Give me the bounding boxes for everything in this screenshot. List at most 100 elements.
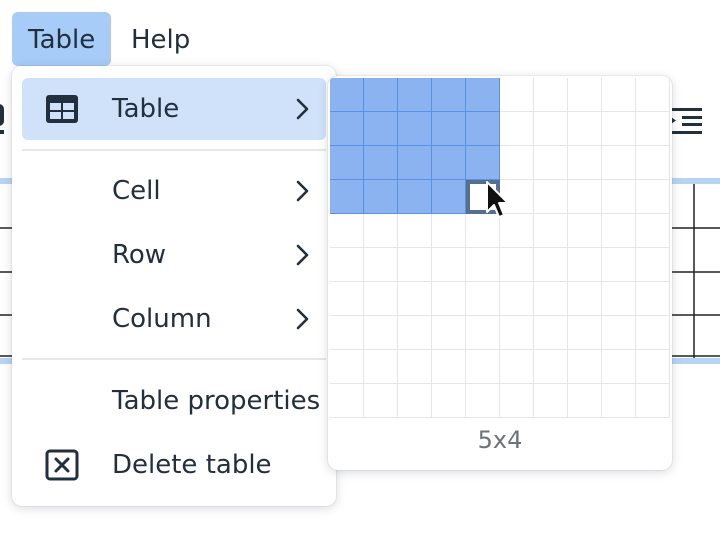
grid-cell[interactable] (330, 146, 364, 180)
grid-cell[interactable] (330, 350, 364, 384)
grid-cell[interactable] (534, 384, 568, 418)
grid-cell[interactable] (500, 146, 534, 180)
grid-cell[interactable] (568, 78, 602, 112)
grid-cell[interactable] (568, 316, 602, 350)
grid-cell[interactable] (534, 146, 568, 180)
grid-cell[interactable] (568, 248, 602, 282)
grid-cell[interactable] (602, 350, 636, 384)
grid-cell[interactable] (466, 384, 500, 418)
grid-cell[interactable] (466, 78, 500, 112)
grid-cell[interactable] (364, 78, 398, 112)
grid-cell[interactable] (602, 112, 636, 146)
grid-cell[interactable] (466, 350, 500, 384)
grid-cell[interactable] (534, 282, 568, 316)
grid-cell[interactable] (398, 384, 432, 418)
grid-cell[interactable] (330, 384, 364, 418)
grid-cell[interactable] (602, 384, 636, 418)
grid-cell[interactable] (636, 248, 670, 282)
grid-cell[interactable] (398, 350, 432, 384)
grid-cell[interactable] (330, 180, 364, 214)
grid-cell[interactable] (568, 146, 602, 180)
grid-cell[interactable] (364, 146, 398, 180)
grid-cell[interactable] (568, 214, 602, 248)
grid-cell[interactable] (534, 316, 568, 350)
grid-cell[interactable] (330, 248, 364, 282)
grid-cell[interactable] (500, 78, 534, 112)
grid-cell[interactable] (500, 248, 534, 282)
grid-cell[interactable] (534, 180, 568, 214)
grid-cell[interactable] (398, 214, 432, 248)
grid-cell[interactable] (398, 282, 432, 316)
menu-item-row[interactable]: Row (22, 224, 326, 286)
grid-cell[interactable] (398, 112, 432, 146)
grid-cell[interactable] (432, 282, 466, 316)
grid-cell[interactable] (432, 112, 466, 146)
grid-cell[interactable] (330, 316, 364, 350)
grid-cell[interactable] (602, 316, 636, 350)
grid-cell[interactable] (636, 350, 670, 384)
grid-cell[interactable] (466, 282, 500, 316)
grid-cell[interactable] (364, 316, 398, 350)
grid-cell[interactable] (398, 180, 432, 214)
grid-cell[interactable] (602, 214, 636, 248)
menu-item-table[interactable]: Table (22, 78, 326, 140)
grid-cell[interactable] (466, 316, 500, 350)
grid-cell[interactable] (432, 316, 466, 350)
grid-cell[interactable] (398, 146, 432, 180)
menubar-table[interactable]: Table (12, 12, 112, 66)
grid-cell[interactable] (636, 78, 670, 112)
grid-cell[interactable] (602, 180, 636, 214)
grid-cell[interactable] (636, 180, 670, 214)
grid-cell[interactable] (602, 282, 636, 316)
grid-cell[interactable] (636, 316, 670, 350)
grid-cell[interactable] (568, 384, 602, 418)
indent-icon[interactable] (668, 106, 702, 136)
grid-cell[interactable] (432, 146, 466, 180)
grid-cell[interactable] (466, 248, 500, 282)
grid-cell[interactable] (432, 384, 466, 418)
grid-cell[interactable] (500, 282, 534, 316)
grid-cell[interactable] (636, 282, 670, 316)
grid-cell[interactable] (330, 112, 364, 146)
grid-cell[interactable] (330, 282, 364, 316)
grid-cell[interactable] (330, 78, 364, 112)
grid-cell[interactable] (534, 112, 568, 146)
grid-cell[interactable] (500, 112, 534, 146)
grid-cell[interactable] (398, 248, 432, 282)
grid-cell[interactable] (364, 180, 398, 214)
grid-cell[interactable] (534, 214, 568, 248)
grid-cell[interactable] (500, 384, 534, 418)
menu-item-table-properties[interactable]: Table properties (22, 370, 326, 432)
grid-cell[interactable] (636, 112, 670, 146)
grid-cell[interactable] (466, 146, 500, 180)
grid-cell[interactable] (500, 350, 534, 384)
grid-cell[interactable] (568, 180, 602, 214)
grid-cell[interactable] (364, 350, 398, 384)
grid-cell[interactable] (432, 214, 466, 248)
grid-cell[interactable] (364, 214, 398, 248)
menu-item-column[interactable]: Column (22, 288, 326, 350)
grid-cell[interactable] (534, 350, 568, 384)
grid-cell[interactable] (466, 112, 500, 146)
grid-cell[interactable] (602, 146, 636, 180)
grid-cell[interactable] (364, 282, 398, 316)
grid-cell[interactable] (364, 384, 398, 418)
menu-item-delete-table[interactable]: Delete table (22, 434, 326, 496)
table-size-grid[interactable] (330, 78, 670, 418)
grid-cell[interactable] (432, 78, 466, 112)
grid-cell[interactable] (330, 214, 364, 248)
grid-cell[interactable] (602, 248, 636, 282)
grid-cell[interactable] (568, 282, 602, 316)
grid-cell[interactable] (534, 248, 568, 282)
grid-cell[interactable] (364, 248, 398, 282)
grid-cell[interactable] (636, 146, 670, 180)
grid-cell[interactable] (432, 248, 466, 282)
grid-cell[interactable] (568, 112, 602, 146)
toolbar-icon-partial[interactable] (0, 104, 8, 140)
grid-cell[interactable] (432, 180, 466, 214)
grid-cell[interactable] (432, 350, 466, 384)
menu-item-cell[interactable]: Cell (22, 160, 326, 222)
grid-cell[interactable] (568, 350, 602, 384)
grid-cell[interactable] (636, 384, 670, 418)
menubar-help[interactable]: Help (115, 12, 206, 66)
